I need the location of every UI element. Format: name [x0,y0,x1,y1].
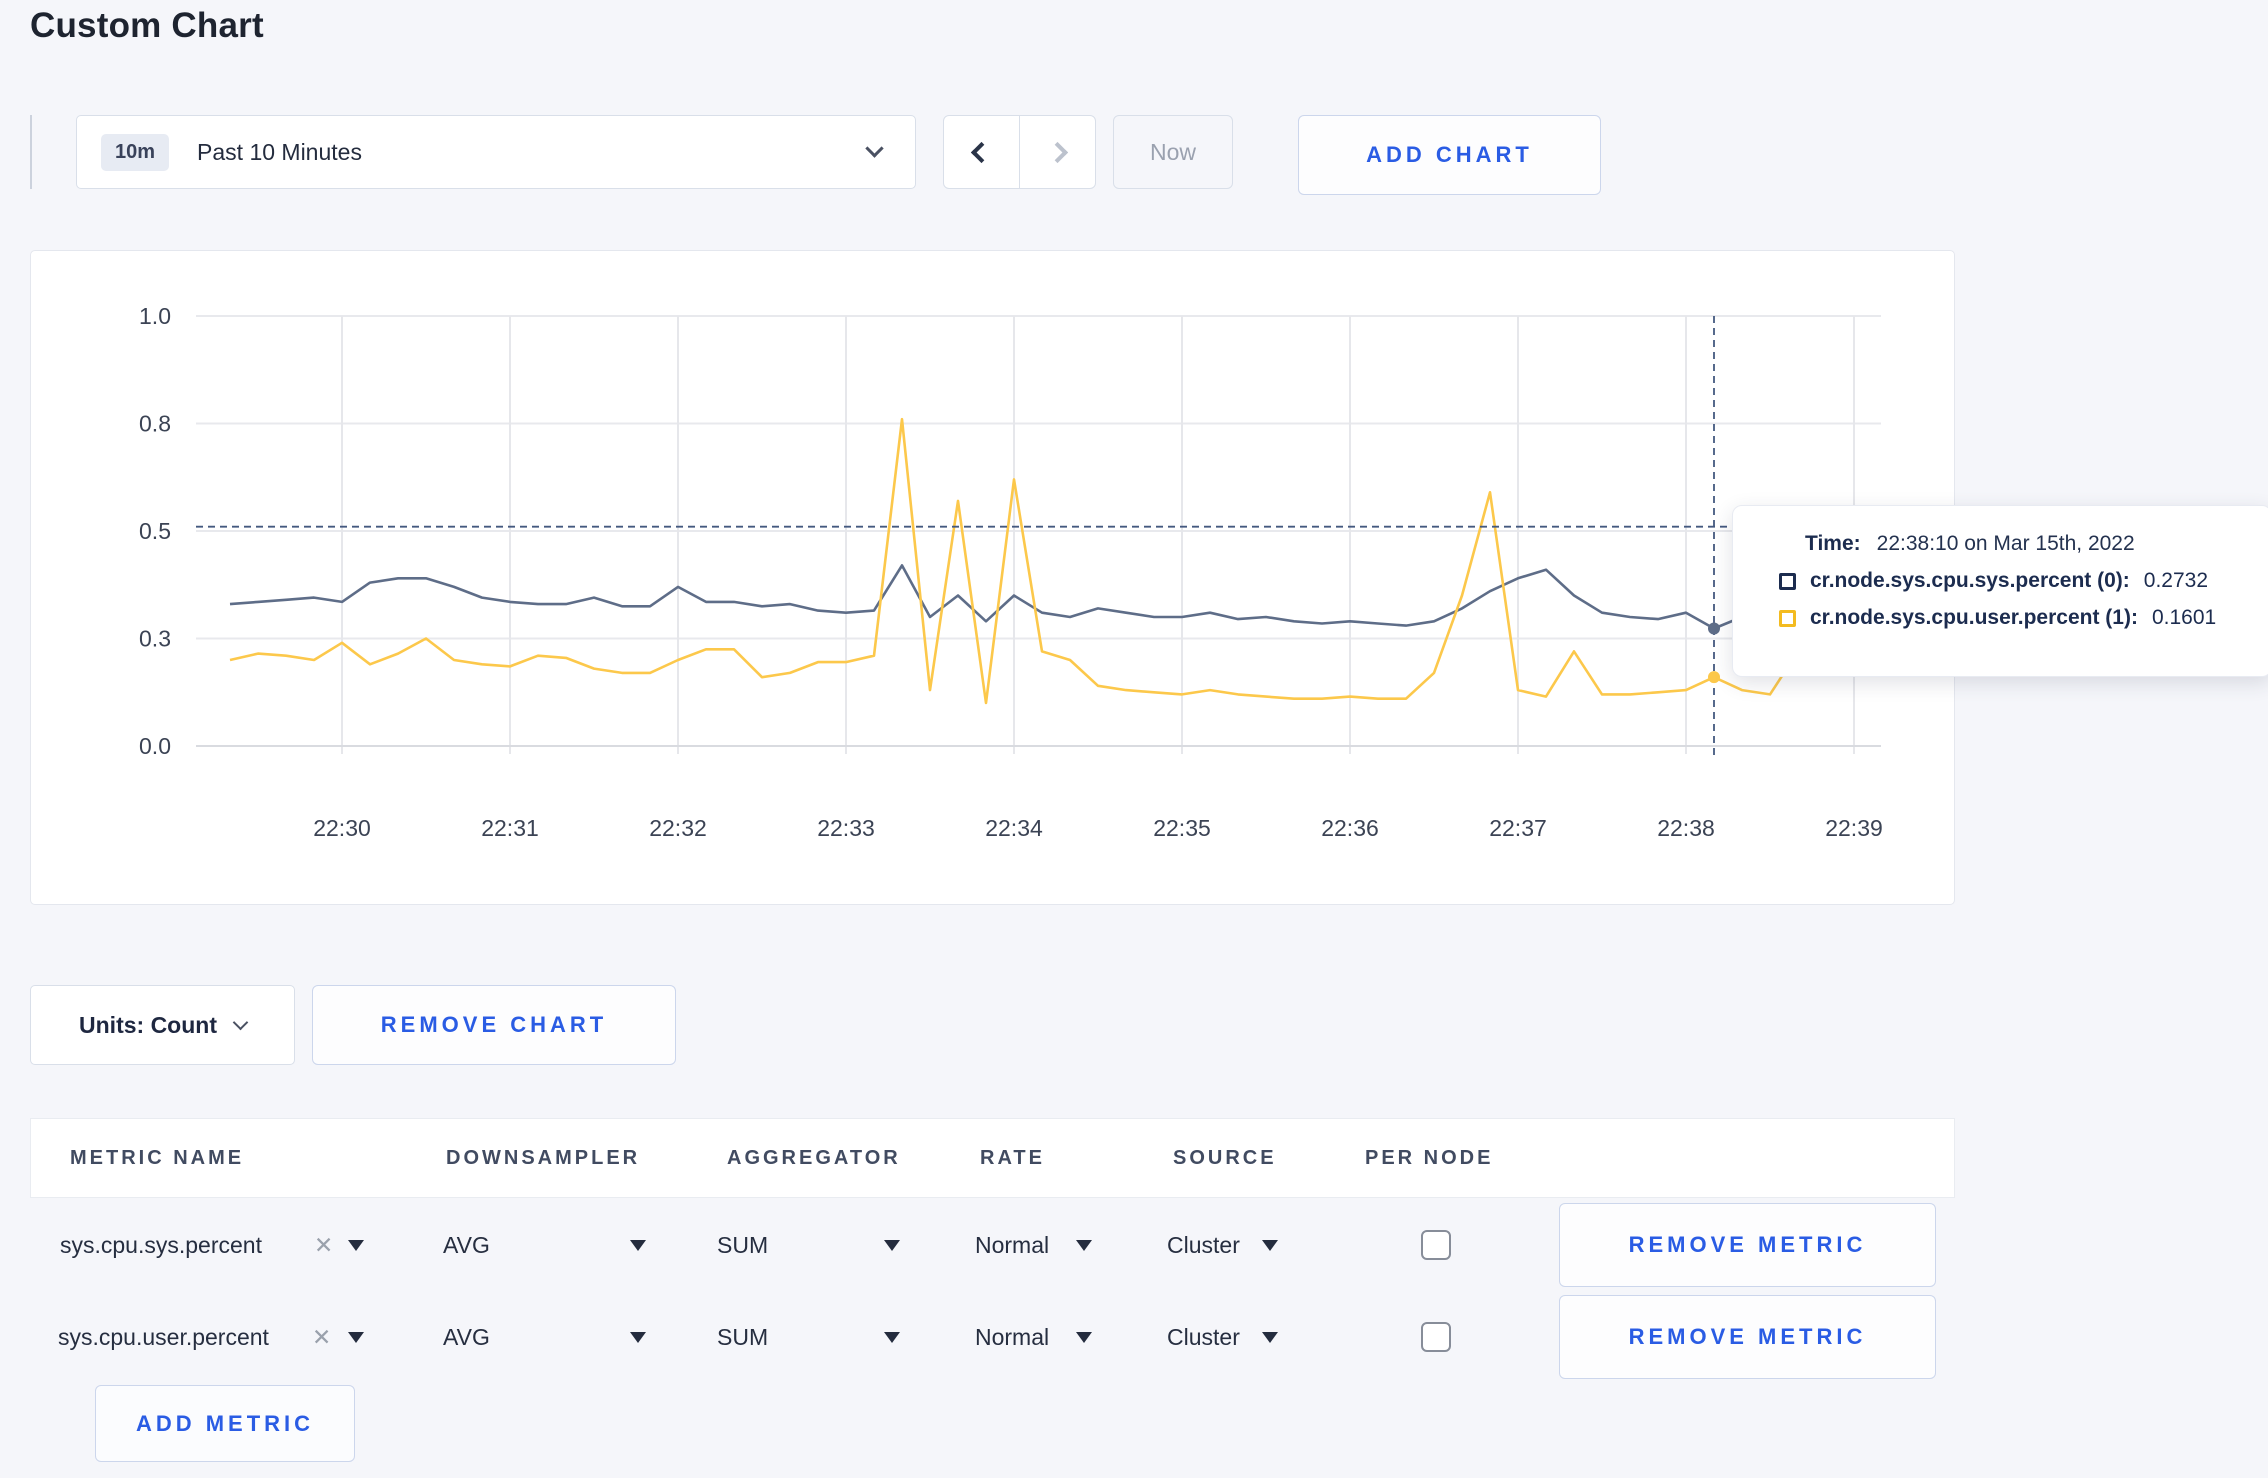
clear-metric-icon[interactable]: ✕ [312,1324,331,1351]
chevron-right-icon [1046,141,1069,163]
chevron-left-icon [970,141,993,163]
aggregator-select[interactable]: SUM [717,1324,768,1351]
x-tick-label: 22:36 [1321,815,1379,841]
series-line-0 [229,564,1882,630]
downsampler-caret-icon[interactable] [630,1240,646,1251]
remove-metric-button[interactable]: REMOVE METRIC [1559,1295,1936,1379]
col-downsampler: DOWNSAMPLER [446,1147,641,1169]
grid: 0.0 0.3 0.5 0.8 1.0 22:30 22:31 22:32 22:33 22:34… [139,303,1883,841]
add-metric-button[interactable]: ADD METRIC [95,1385,355,1462]
tooltip-sys-value: 0.2732 [2143,569,2209,592]
y-tick-label: 0.8 [139,411,171,437]
rate-caret-icon[interactable] [1076,1240,1092,1251]
x-tick-label: 22:35 [1153,815,1211,841]
time-range-dropdown[interactable]: 10m Past 10 Minutes [76,115,916,189]
tooltip-sys-label: cr.node.sys.cpu.sys.percent (0): [1810,569,2130,592]
chart-tooltip: Time: 22:38:10 on Mar 15th, 2022 cr.node… [1732,505,2268,677]
source-select[interactable]: Cluster [1167,1324,1240,1351]
prev-time-button[interactable] [944,116,1019,188]
per-node-checkbox[interactable] [1421,1322,1451,1352]
now-button[interactable]: Now [1113,115,1233,189]
tooltip-user-value: 0.1601 [2151,606,2217,629]
col-per-node: PER NODE [1365,1147,1494,1169]
x-tick-label: 22:34 [985,815,1043,841]
rate-select[interactable]: Normal [975,1232,1049,1259]
col-rate: RATE [980,1147,1045,1169]
col-metric-name: METRIC NAME [70,1147,245,1169]
user-series-swatch-icon [1779,609,1796,627]
y-tick-label: 0.0 [139,733,171,759]
x-tick-label: 22:32 [649,815,707,841]
tooltip-time-label: Time: [1805,532,1861,555]
time-pager [943,115,1096,189]
remove-metric-button[interactable]: REMOVE METRIC [1559,1203,1936,1287]
tooltip-user-label: cr.node.sys.cpu.user.percent (1): [1810,606,2138,629]
chevron-down-icon [232,1014,249,1030]
metric-caret-icon[interactable] [348,1240,364,1251]
chevron-down-icon [865,139,884,158]
remove-chart-button[interactable]: REMOVE CHART [312,985,676,1065]
x-tick-label: 22:37 [1489,815,1547,841]
y-tick-label: 1.0 [139,303,171,329]
per-node-checkbox[interactable] [1421,1230,1451,1260]
toolbar-divider [30,115,32,189]
rate-select[interactable]: Normal [975,1324,1049,1351]
y-tick-label: 0.3 [139,626,171,652]
next-time-button[interactable] [1019,116,1095,188]
time-range-badge: 10m [101,133,170,171]
tooltip-time-value: 22:38:10 on Mar 15th, 2022 [1876,532,2135,555]
metric-name-select[interactable]: sys.cpu.sys.percent [60,1232,262,1259]
downsampler-select[interactable]: AVG [443,1324,490,1351]
metric-caret-icon[interactable] [348,1332,364,1343]
sys-series-swatch-icon [1779,572,1796,590]
x-tick-label: 22:39 [1825,815,1883,841]
downsampler-select[interactable]: AVG [443,1232,490,1259]
aggregator-select[interactable]: SUM [717,1232,768,1259]
x-tick-label: 22:30 [313,815,371,841]
series-line-1 [229,417,1883,705]
col-aggregator: AGGREGATOR [727,1147,901,1169]
metric-name-select[interactable]: sys.cpu.user.percent [58,1324,269,1351]
x-tick-label: 22:38 [1657,815,1715,841]
units-dropdown[interactable]: Units: Count [30,985,295,1065]
col-source: SOURCE [1173,1147,1277,1169]
page-title: Custom Chart [30,6,264,45]
hover-dot-0 [1708,622,1720,635]
x-tick-label: 22:31 [481,815,539,841]
source-caret-icon[interactable] [1262,1332,1278,1343]
x-tick-label: 22:33 [817,815,875,841]
rate-caret-icon[interactable] [1076,1332,1092,1343]
aggregator-caret-icon[interactable] [884,1332,900,1343]
aggregator-caret-icon[interactable] [884,1240,900,1251]
units-label: Units: Count [79,1011,217,1038]
time-range-label: Past 10 Minutes [197,138,362,165]
hover-dot-1 [1708,671,1720,684]
timeseries-chart[interactable]: 0.0 0.3 0.5 0.8 1.0 22:30 22:31 22:32 22:33 22:34… [31,251,1954,904]
chart-card: 0.0 0.3 0.5 0.8 1.0 22:30 22:31 22:32 22:33 22:34… [30,250,1955,905]
source-select[interactable]: Cluster [1167,1232,1240,1259]
custom-chart-page: { "page": { "title": "Custom Chart", "ba… [0,0,2268,1478]
clear-metric-icon[interactable]: ✕ [314,1232,333,1259]
downsampler-caret-icon[interactable] [630,1332,646,1343]
y-tick-label: 0.5 [139,518,171,544]
add-chart-button[interactable]: ADD CHART [1298,115,1601,195]
source-caret-icon[interactable] [1262,1240,1278,1251]
metrics-table-header: METRIC NAME DOWNSAMPLER AGGREGATOR RATE … [30,1118,1955,1198]
